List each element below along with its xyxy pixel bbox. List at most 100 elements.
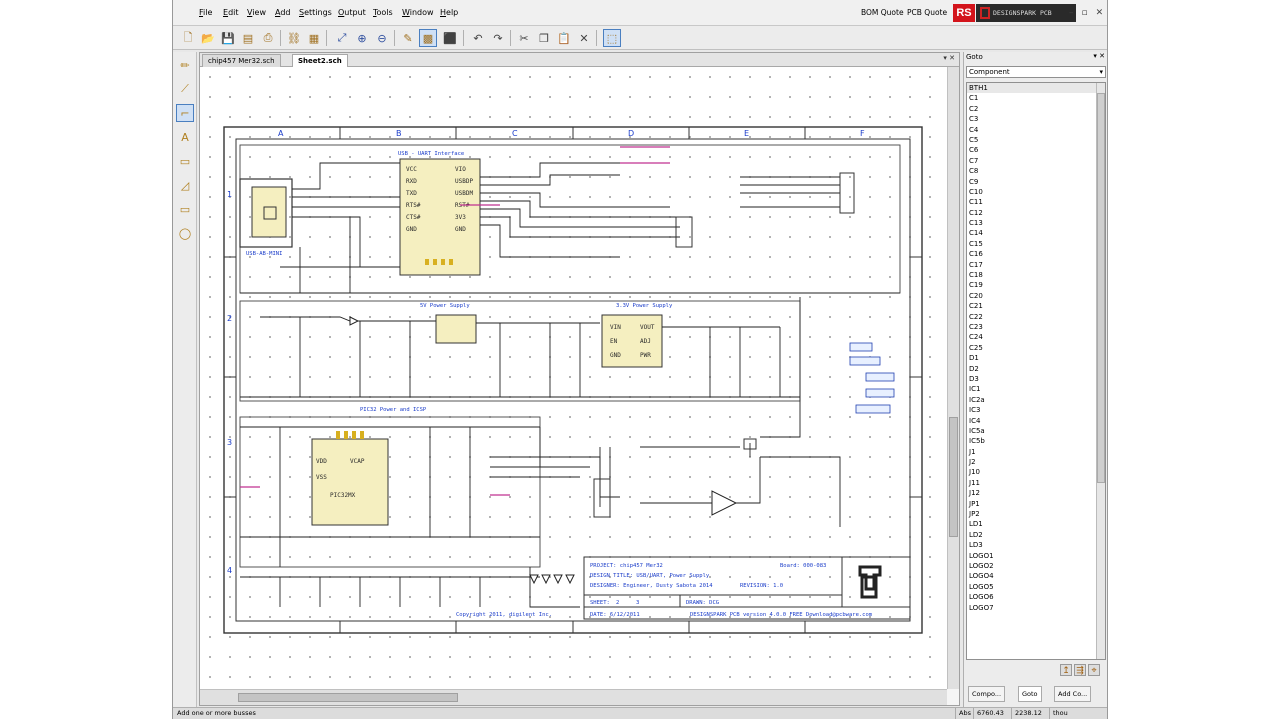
- wire-tool-icon[interactable]: ⟋: [176, 80, 194, 98]
- list-item[interactable]: C22: [967, 312, 1105, 322]
- open-file-icon[interactable]: 📂: [199, 29, 217, 47]
- list-item[interactable]: C1: [967, 93, 1105, 103]
- list-item[interactable]: LOGO6: [967, 592, 1105, 602]
- list-item[interactable]: C10: [967, 187, 1105, 197]
- list-item[interactable]: D2: [967, 364, 1105, 374]
- list-item[interactable]: C7: [967, 156, 1105, 166]
- rectangle-tool-icon[interactable]: ▭: [176, 200, 194, 218]
- zoom-to-icon[interactable]: ⌖: [1088, 664, 1100, 676]
- list-item[interactable]: C21: [967, 301, 1105, 311]
- list-item[interactable]: C4: [967, 125, 1105, 135]
- list-item[interactable]: IC4: [967, 416, 1105, 426]
- list-item[interactable]: J10: [967, 467, 1105, 477]
- list-item[interactable]: C17: [967, 260, 1105, 270]
- list-item[interactable]: LD3: [967, 540, 1105, 550]
- list-item[interactable]: LOGO7: [967, 603, 1105, 613]
- list-item[interactable]: J2: [967, 457, 1105, 467]
- menu-settings[interactable]: Settings: [299, 8, 332, 17]
- list-item[interactable]: LD1: [967, 519, 1105, 529]
- list-item[interactable]: LOGO5: [967, 582, 1105, 592]
- goto-component-list[interactable]: BTH1 C1 C2 C3 C4 C5 C6 C7 C8 C9 C10 C11 C12 C13 C14 C15…: [966, 82, 1106, 660]
- minimize-icon[interactable]: –: [1069, 8, 1074, 18]
- list-item[interactable]: J12: [967, 488, 1105, 498]
- save-all-icon[interactable]: ▤: [239, 29, 257, 47]
- panel-tab-components[interactable]: Compo...: [968, 686, 1006, 702]
- goto-filter-select[interactable]: Component ▾: [966, 66, 1106, 78]
- undo-icon[interactable]: ↶: [469, 29, 487, 47]
- list-item[interactable]: LOGO4: [967, 571, 1105, 581]
- zoom-fit-icon[interactable]: ⤢: [333, 29, 351, 47]
- schematic-canvas[interactable]: A B C D E F 1 2 3 4 USB-AB-MINI USB - UA…: [200, 67, 947, 689]
- find-icon[interactable]: ↥: [1060, 664, 1072, 676]
- text-tool-icon[interactable]: A: [176, 128, 194, 146]
- list-item[interactable]: C2: [967, 104, 1105, 114]
- horizontal-scrollbar[interactable]: [200, 689, 947, 705]
- menu-output[interactable]: Output: [338, 8, 366, 17]
- vertical-scrollbar[interactable]: [947, 67, 959, 689]
- list-item[interactable]: C11: [967, 197, 1105, 207]
- list-item[interactable]: C14: [967, 228, 1105, 238]
- list-item[interactable]: IC1: [967, 384, 1105, 394]
- panel-tab-add-component[interactable]: Add Co...: [1054, 686, 1092, 702]
- menu-view[interactable]: View: [247, 8, 266, 17]
- list-item[interactable]: C23: [967, 322, 1105, 332]
- list-item[interactable]: IC5a: [967, 426, 1105, 436]
- redo-icon[interactable]: ↷: [489, 29, 507, 47]
- goto-list-scrollbar[interactable]: [1096, 83, 1105, 659]
- tab-sheet2[interactable]: Sheet2.sch: [292, 54, 348, 67]
- menu-window[interactable]: Window: [402, 8, 434, 17]
- component-tool-icon[interactable]: ▭: [176, 152, 194, 170]
- print-icon[interactable]: ⎙: [259, 29, 277, 47]
- list-item[interactable]: J1: [967, 447, 1105, 457]
- list-item[interactable]: JP2: [967, 509, 1105, 519]
- pcb-quote-link[interactable]: PCB Quote: [907, 8, 947, 17]
- list-item[interactable]: LOGO1: [967, 551, 1105, 561]
- bom-quote-link[interactable]: BOM Quote: [861, 8, 904, 17]
- list-item[interactable]: C8: [967, 166, 1105, 176]
- list-item[interactable]: C20: [967, 291, 1105, 301]
- list-item[interactable]: C16: [967, 249, 1105, 259]
- menu-add[interactable]: Add: [275, 8, 291, 17]
- list-item[interactable]: LOGO2: [967, 561, 1105, 571]
- save-icon[interactable]: 💾: [219, 29, 237, 47]
- list-item[interactable]: LD2: [967, 530, 1105, 540]
- list-item[interactable]: C5: [967, 135, 1105, 145]
- list-item[interactable]: C9: [967, 177, 1105, 187]
- list-item[interactable]: C3: [967, 114, 1105, 124]
- list-item[interactable]: C18: [967, 270, 1105, 280]
- list-item[interactable]: C15: [967, 239, 1105, 249]
- list-item[interactable]: C13: [967, 218, 1105, 228]
- component-icon[interactable]: ⬛: [441, 29, 459, 47]
- copy-icon[interactable]: ❐: [535, 29, 553, 47]
- new-file-icon[interactable]: 🗋: [179, 29, 197, 47]
- zoom-in-icon[interactable]: ⊕: [353, 29, 371, 47]
- list-item[interactable]: C24: [967, 332, 1105, 342]
- grid-icon[interactable]: ▩: [419, 29, 437, 47]
- list-item[interactable]: C25: [967, 343, 1105, 353]
- maximize-icon[interactable]: ▫: [1082, 8, 1088, 18]
- goto-panel-controls[interactable]: ▾ ✕: [1093, 52, 1105, 60]
- list-item[interactable]: J11: [967, 478, 1105, 488]
- list-item[interactable]: IC5b: [967, 436, 1105, 446]
- delete-icon[interactable]: ✕: [575, 29, 593, 47]
- tab-controls[interactable]: ▾ ✕: [943, 54, 955, 62]
- list-item[interactable]: D3: [967, 374, 1105, 384]
- select-mode-icon[interactable]: ⬚: [603, 29, 621, 47]
- list-item[interactable]: BTH1: [967, 83, 1105, 94]
- list-item[interactable]: C12: [967, 208, 1105, 218]
- link-icon[interactable]: ⛓: [285, 29, 303, 47]
- table-icon[interactable]: ▦: [305, 29, 323, 47]
- menu-help[interactable]: Help: [440, 8, 458, 17]
- close-icon[interactable]: ✕: [1096, 8, 1104, 18]
- menu-file[interactable]: File: [199, 8, 212, 17]
- pencil-tool-icon[interactable]: ✏: [176, 56, 194, 74]
- list-item[interactable]: C19: [967, 280, 1105, 290]
- list-item[interactable]: JP1: [967, 499, 1105, 509]
- list-item[interactable]: C6: [967, 145, 1105, 155]
- shape-tool-icon[interactable]: ◿: [176, 176, 194, 194]
- list-item[interactable]: D1: [967, 353, 1105, 363]
- bus-tool-icon[interactable]: ⌐: [176, 104, 194, 122]
- filter-icon[interactable]: ⇶: [1074, 664, 1086, 676]
- cut-icon[interactable]: ✂: [515, 29, 533, 47]
- list-item[interactable]: IC3: [967, 405, 1105, 415]
